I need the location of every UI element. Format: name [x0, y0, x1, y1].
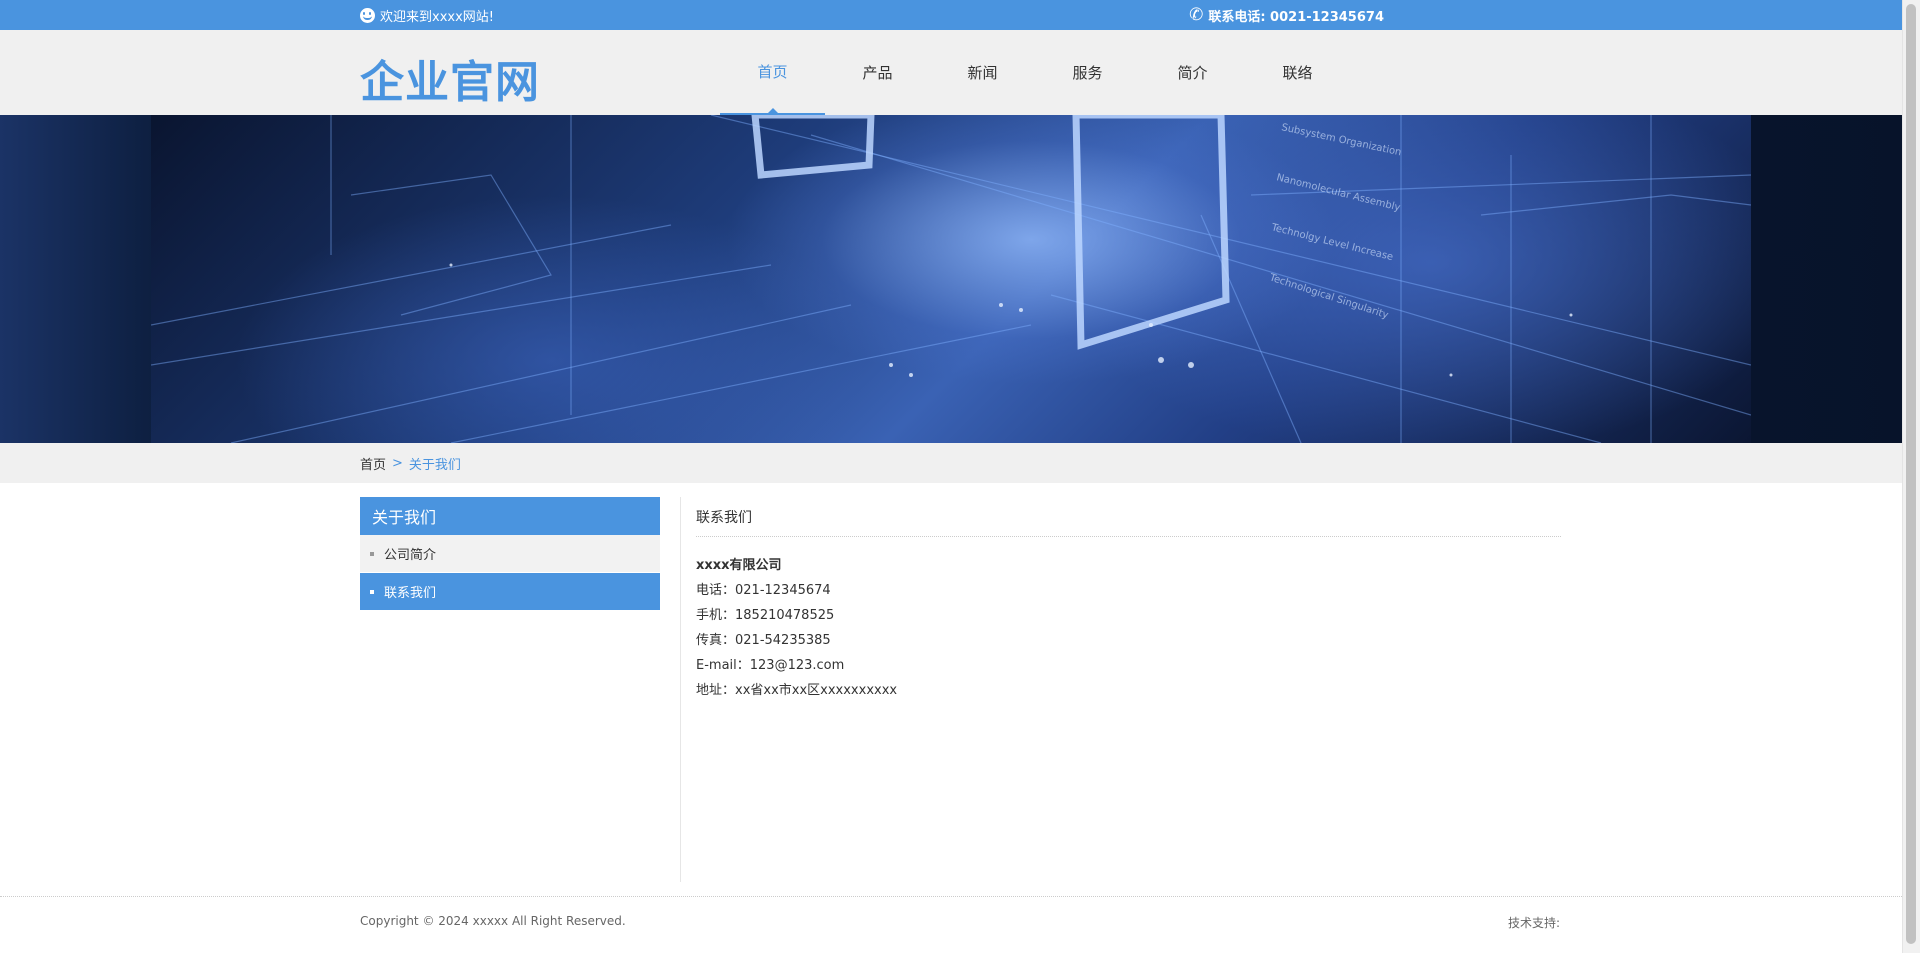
banner-image: Subsystem Organization Nanomolecular Ass…: [151, 115, 1751, 443]
footer-tech-support: 技术支持:: [1507, 916, 1560, 930]
sidebar-item-label: 公司简介: [384, 548, 437, 563]
nav-item-products[interactable]: 产品: [825, 30, 930, 115]
welcome-message: 欢迎来到xxxx网站!: [360, 0, 494, 30]
nav-item-contact[interactable]: 联络: [1245, 30, 1350, 115]
bullet-icon: [370, 589, 374, 594]
scrollbar-thumb[interactable]: [1906, 4, 1916, 944]
breadcrumb-current: 关于我们: [408, 457, 461, 473]
breadcrumb-home-link[interactable]: 首页: [360, 454, 386, 473]
sidebar: 关于我们 公司简介 联系我们: [360, 497, 660, 611]
welcome-text: 欢迎来到xxxx网站!: [380, 9, 494, 25]
sidebar-item-contact-us[interactable]: 联系我们: [360, 573, 660, 611]
info-address: 地址：xx省xx市xx区xxxxxxxxxx: [696, 683, 898, 698]
contact-phone: ✆ 联系电话: 0021-12345674: [1189, 0, 1384, 30]
banner-text-4: Technological Singularity: [1267, 272, 1390, 321]
main-nav: 首页 产品 新闻 服务 简介 联络: [720, 30, 1350, 115]
content-panel: 联系我们 xxxx有限公司 电话：021-12345674 手机：1852104…: [680, 497, 1561, 882]
main-content-area: 关于我们 公司简介 联系我们 联系我们 xxxx有限公司 电话：021-1234…: [0, 483, 1920, 896]
phone-icon: ✆: [1189, 4, 1204, 25]
nav-item-about[interactable]: 简介: [1140, 30, 1245, 115]
contact-phone-text: 联系电话: 0021-12345674: [1208, 9, 1384, 25]
contact-info: xxxx有限公司 电话：021-12345674 手机：185210478525…: [696, 553, 1561, 703]
vertical-scrollbar[interactable]: [1902, 0, 1920, 953]
sidebar-title: 关于我们: [360, 497, 660, 535]
sidebar-item-company-profile[interactable]: 公司简介: [360, 535, 660, 573]
hero-banner: Subsystem Organization Nanomolecular Ass…: [0, 115, 1920, 443]
info-email: E-mail：123@123.com: [696, 658, 845, 673]
banner-circuit-graphic: Subsystem Organization Nanomolecular Ass…: [151, 115, 1751, 443]
banner-text-3: Technolgy Level Increase: [1269, 222, 1394, 263]
info-mobile: 手机：185210478525: [696, 608, 835, 623]
nav-item-home[interactable]: 首页: [720, 30, 825, 115]
banner-text-1: Subsystem Organization: [1280, 122, 1402, 158]
breadcrumb: 首页 > 关于我们: [360, 443, 1560, 483]
site-footer: Copyright © 2024 xxxxx All Right Reserve…: [0, 896, 1920, 930]
breadcrumb-bar: 首页 > 关于我们: [0, 443, 1920, 483]
nav-item-news[interactable]: 新闻: [930, 30, 1035, 115]
breadcrumb-separator: >: [392, 455, 403, 471]
info-phone: 电话：021-12345674: [696, 583, 831, 598]
site-header: 企业官网 首页 产品 新闻 服务 简介 联络: [0, 30, 1920, 115]
footer-copyright: Copyright © 2024 xxxxx All Right Reserve…: [360, 914, 626, 928]
site-logo[interactable]: 企业官网: [360, 46, 540, 110]
bullet-icon: [370, 551, 374, 556]
nav-item-services[interactable]: 服务: [1035, 30, 1140, 115]
top-bar: 欢迎来到xxxx网站! ✆ 联系电话: 0021-12345674: [0, 0, 1920, 30]
sidebar-item-label: 联系我们: [384, 586, 437, 601]
company-name: xxxx有限公司: [696, 558, 782, 573]
content-title: 联系我们: [696, 497, 1561, 537]
info-fax: 传真：021-54235385: [696, 633, 831, 648]
smile-icon: [360, 7, 375, 23]
